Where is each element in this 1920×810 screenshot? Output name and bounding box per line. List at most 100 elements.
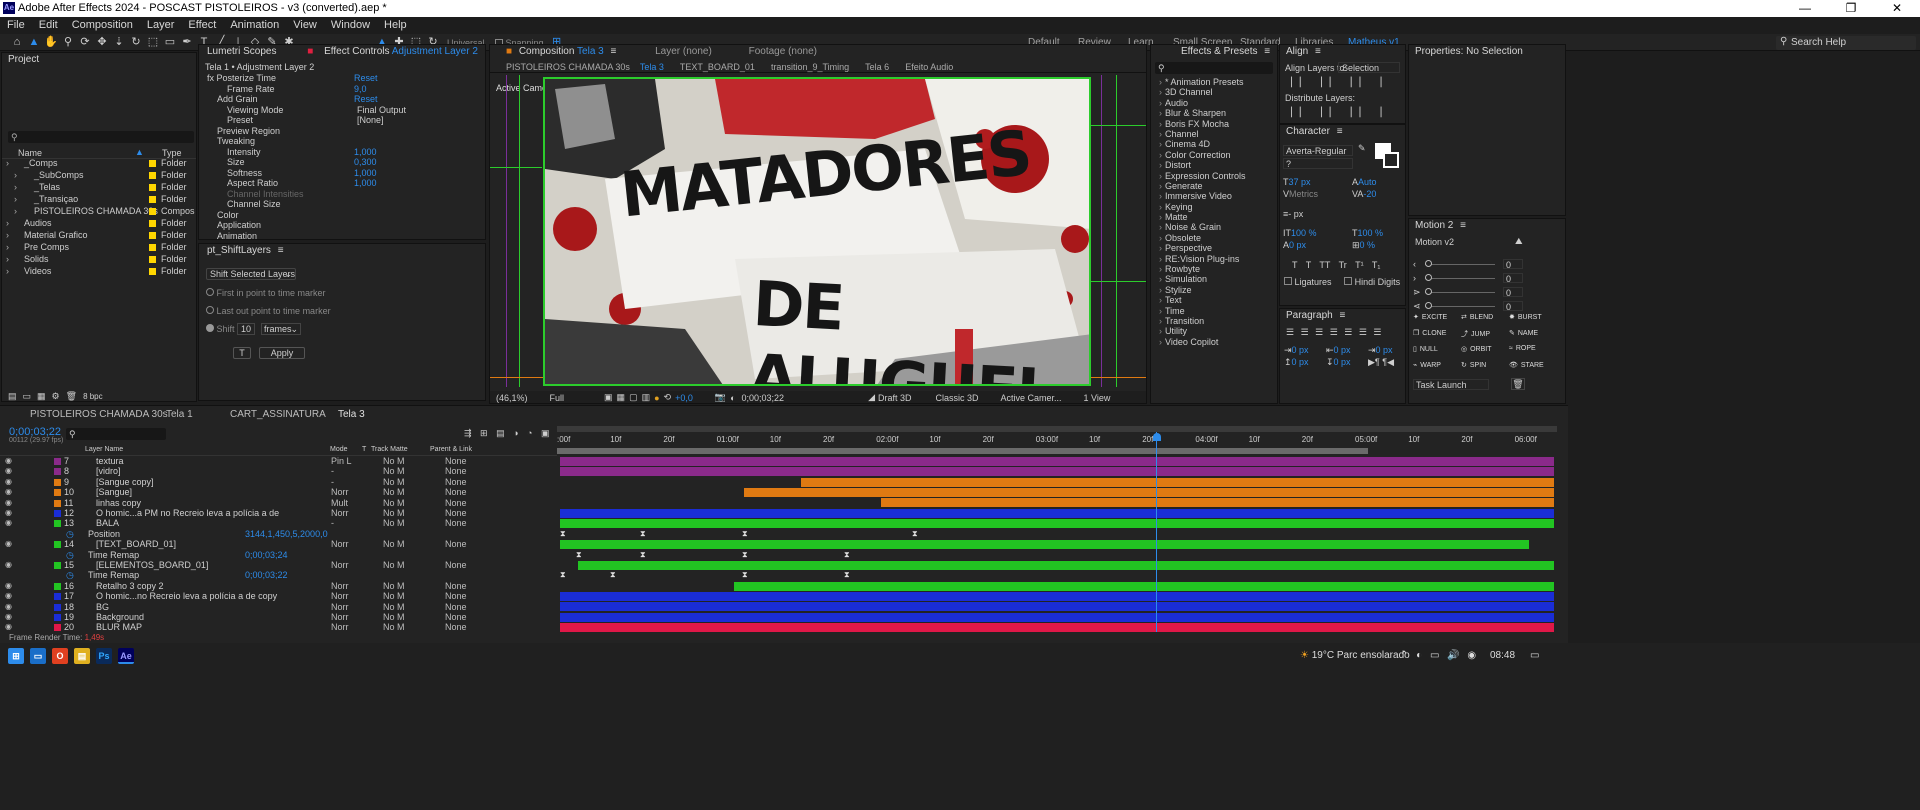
visibility-eye-icon[interactable]: ◉ <box>5 487 12 497</box>
layer-mode-dropdown[interactable]: Norr <box>331 622 349 632</box>
panel-menu-icon[interactable]: ≡ <box>1337 126 1343 137</box>
layer-row[interactable]: ◉ 13 BALA - No M None <box>0 518 557 528</box>
label-color-swatch[interactable] <box>149 160 156 167</box>
layer-label-color[interactable] <box>54 582 61 590</box>
effect-category[interactable]: › Text <box>1151 295 1277 305</box>
breadcrumb-item[interactable]: transition_9_Timing <box>771 62 849 72</box>
effect-property-value[interactable]: 1,000 <box>354 168 377 179</box>
effect-category[interactable]: › Noise & Grain <box>1151 222 1277 232</box>
col-layer-name[interactable]: Layer Name <box>85 446 123 453</box>
hindi-checkbox[interactable] <box>1344 277 1353 285</box>
keyframe-icon[interactable]: ⧗ <box>560 570 566 580</box>
motion-warp-button[interactable]: ⌁ WARP <box>1413 361 1441 369</box>
after-effects-icon[interactable]: Ae <box>118 648 134 664</box>
timeline-switches[interactable]: ⇶ ⊞ ▤ ◑ ◔ ▣ <box>464 428 549 439</box>
composition-viewer[interactable]: MATADORES DE ALUGUEL <box>543 77 1091 386</box>
faux-bold-button[interactable]: T <box>1292 260 1297 270</box>
effect-property-row[interactable]: Preview Region <box>199 126 479 137</box>
indent-left-value[interactable]: 0 px <box>1292 345 1309 355</box>
motion-excite-button[interactable]: ✦ EXCITE <box>1413 313 1447 321</box>
layer-duration-bar[interactable] <box>560 539 1529 549</box>
align-to-dropdown[interactable]: Selection <box>1338 62 1400 73</box>
first-in-radio[interactable] <box>206 288 214 296</box>
eyedropper-icon[interactable]: ✎ <box>1358 143 1366 154</box>
project-item[interactable]: › Pre Comps Folder <box>2 241 196 253</box>
breadcrumb-item[interactable]: PISTOLEIROS CHAMADA 30s <box>506 62 630 72</box>
project-item[interactable]: › _Transiçao Folder <box>2 193 196 205</box>
motion-clone-button[interactable]: ❐ CLONE <box>1413 329 1446 337</box>
motion-title[interactable]: Motion 2 <box>1415 220 1453 231</box>
layer-row[interactable]: ◉ 9 [Sangue copy] - No M None <box>0 477 557 487</box>
layer-parent-dropdown[interactable]: None <box>445 602 467 612</box>
layer-track-matte-dropdown[interactable]: No M <box>383 487 405 497</box>
comp-lock-icon[interactable]: ■ <box>506 46 512 57</box>
distribute-buttons[interactable]: ▕▏▕▏▕▏▕ <box>1285 107 1389 118</box>
layer-label-color[interactable] <box>54 499 61 507</box>
classic-3d-dropdown[interactable]: Classic 3D <box>936 393 979 403</box>
resolution-dropdown[interactable]: Full <box>550 393 565 403</box>
effect-property-row[interactable]: Aspect Ratio 1,000 <box>199 178 479 189</box>
tab-effect-controls[interactable]: Effect Controls <box>324 46 389 57</box>
reset-exposure-icon[interactable]: ⟲ <box>664 392 672 403</box>
layer-row[interactable]: ◉ 10 [Sangue] Norr No M None <box>0 487 557 497</box>
effect-property-row[interactable]: Softness 1,000 <box>199 168 479 179</box>
space-after-value[interactable]: 0 px <box>1334 357 1351 367</box>
project-search-input[interactable]: ⚲ <box>8 131 194 143</box>
layer-name[interactable]: [TEXT_BOARD_01] <box>96 539 176 549</box>
layer-parent-dropdown[interactable]: None <box>445 612 467 622</box>
stopwatch-icon[interactable]: ◷ <box>66 570 74 580</box>
layer-parent-dropdown[interactable]: None <box>445 487 467 497</box>
settings-icon[interactable]: ⚙ <box>52 391 60 402</box>
layer-duration-bar[interactable] <box>560 456 1554 466</box>
align-buttons[interactable]: ▕▏▕▏▕▏▕ <box>1285 77 1389 88</box>
keyframe-icon[interactable]: ⧗ <box>742 529 748 539</box>
label-color-swatch[interactable] <box>149 244 156 251</box>
effect-category[interactable]: › Stylize <box>1151 285 1277 295</box>
layer-parent-dropdown[interactable]: None <box>445 466 467 476</box>
motion-slider-knob[interactable] <box>1425 288 1432 295</box>
effect-property-row[interactable]: Animation <box>199 231 479 240</box>
weather-text[interactable]: 19°C Parc ensolarado <box>1312 650 1410 661</box>
trash-icon[interactable]: 🗑 <box>1511 378 1525 390</box>
small-caps-button[interactable]: Tr <box>1339 260 1347 270</box>
effect-property-value[interactable]: Reset <box>354 73 378 84</box>
effect-property-value[interactable]: Reset <box>354 94 378 105</box>
font-style-dropdown[interactable]: ? <box>1283 158 1353 169</box>
chevron-right-icon[interactable]: › <box>6 241 9 253</box>
effect-property-row[interactable]: Add Grain Reset <box>199 94 479 105</box>
keyframe-icon[interactable]: ⧗ <box>844 550 850 560</box>
menu-composition[interactable]: Composition <box>65 17 140 34</box>
keyframe-icon[interactable]: ⧗ <box>640 550 646 560</box>
layer-name[interactable]: O homic...a PM no Recreio leva a polícia… <box>96 508 279 518</box>
all-caps-button[interactable]: TT <box>1319 260 1330 270</box>
unit-dropdown[interactable]: frames ⌄ <box>261 323 301 335</box>
sort-arrow-icon[interactable]: ▲ <box>135 147 144 157</box>
renderer-label[interactable]: Draft 3D <box>878 393 912 403</box>
layer-mode-dropdown[interactable]: Norr <box>331 539 349 549</box>
tracking-value[interactable]: -20 <box>1363 189 1376 199</box>
motion-rope-button[interactable]: ≈ ROPE <box>1509 345 1536 352</box>
playhead-handle[interactable] <box>1153 433 1161 441</box>
space-before-value[interactable]: 0 px <box>1292 357 1309 367</box>
panel-menu-icon[interactable]: ≡ <box>1315 46 1321 57</box>
ligatures-checkbox[interactable] <box>1284 277 1292 285</box>
keyframe-icon[interactable]: ⧗ <box>742 570 748 580</box>
layer-duration-bar[interactable] <box>560 591 1554 601</box>
visibility-eye-icon[interactable]: ◉ <box>5 622 12 632</box>
tsume-value[interactable]: 0 % <box>1360 240 1376 250</box>
snapshot-icon[interactable]: 📷 <box>715 392 726 403</box>
layer-mode-dropdown[interactable]: Norr <box>331 581 349 591</box>
layer-name[interactable]: [ELEMENTOS_BOARD_01] <box>96 560 208 570</box>
effect-category[interactable]: › Time <box>1151 306 1277 316</box>
layer-row[interactable]: ◉ 15 [ELEMENTOS_BOARD_01] Norr No M None <box>0 560 557 570</box>
effects-search-input[interactable]: ⚲ <box>1155 62 1273 74</box>
effect-category[interactable]: › Obsolete <box>1151 233 1277 243</box>
layer-track-matte-dropdown[interactable]: No M <box>383 602 405 612</box>
motion-burst-button[interactable]: ✸ BURST <box>1509 313 1542 321</box>
text-direction-icon[interactable]: ▶¶ ¶◀ <box>1368 357 1394 368</box>
layer-mode-dropdown[interactable]: Norr <box>331 602 349 612</box>
home-icon[interactable]: ⌂ <box>10 36 24 49</box>
new-folder-icon[interactable]: ▭ <box>23 391 32 402</box>
layer-duration-bar[interactable] <box>881 498 1554 508</box>
layer-label-color[interactable] <box>54 562 61 569</box>
